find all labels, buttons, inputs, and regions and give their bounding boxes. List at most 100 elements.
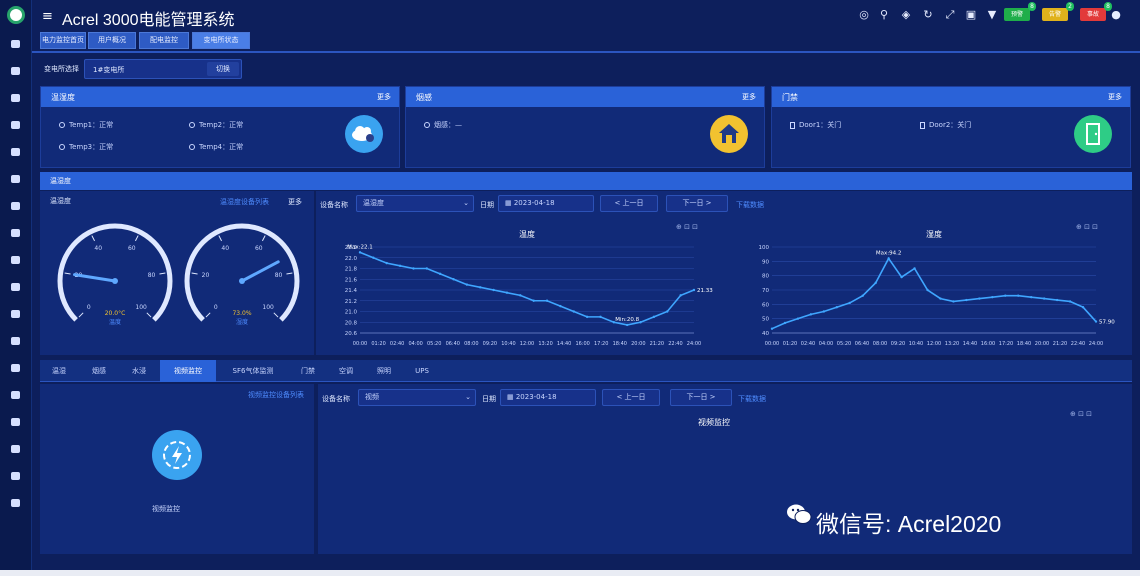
gauge-device-list-link[interactable]: 温湿度设备列表 — [220, 197, 269, 207]
document-icon[interactable] — [11, 121, 20, 129]
series-point — [479, 286, 482, 289]
video-date-picker[interactable]: ▦ 2023-04-18 — [500, 389, 596, 406]
phone-icon[interactable] — [11, 391, 20, 399]
location-icon[interactable] — [11, 310, 20, 318]
series-point — [939, 297, 942, 300]
fullscreen-icon[interactable]: ⤢ — [944, 9, 956, 21]
series-point — [372, 256, 375, 259]
x-tick-label: 13:20 — [945, 341, 959, 347]
list-icon[interactable] — [11, 445, 20, 453]
x-tick-label: 02:40 — [801, 341, 815, 347]
device-select[interactable]: 温湿度 ⌄ — [356, 195, 474, 212]
gauge-tick-label: 100 — [135, 304, 147, 311]
gauge-tick — [159, 272, 166, 275]
palette-icon[interactable]: ◎ — [858, 9, 870, 21]
tab-power-home[interactable]: 电力监控首页 — [40, 32, 86, 49]
status-dot-icon — [424, 122, 430, 128]
date-label: 日期 — [480, 201, 494, 209]
video-chart-toolbar[interactable]: ⊕ ⊡ ⊡ — [1070, 410, 1092, 418]
gauge-more-link[interactable]: 更多 — [288, 197, 302, 207]
camera-icon[interactable] — [11, 418, 20, 426]
x-tick-label: 04:00 — [408, 341, 422, 347]
watermark-text: 微信号: Acrel2020 — [816, 511, 1002, 537]
building-icon[interactable] — [11, 499, 20, 507]
x-tick-label: 17:20 — [999, 341, 1013, 347]
search-icon[interactable]: ⚲ — [878, 9, 890, 21]
refresh-icon[interactable]: ↻ — [922, 9, 934, 21]
window-icon[interactable]: ▣ — [965, 9, 977, 21]
x-tick-label: 17:20 — [594, 341, 608, 347]
temp-card-more-link[interactable]: 更多 — [377, 92, 391, 102]
export-link[interactable]: 下载数据 — [736, 200, 764, 210]
wechat-icon — [786, 502, 812, 526]
settings-icon[interactable] — [11, 94, 20, 102]
gauge-tick — [64, 272, 71, 275]
report-icon[interactable] — [11, 202, 20, 210]
search-icon[interactable] — [11, 229, 20, 237]
warning-badge[interactable]: 预警 8 — [1004, 2, 1036, 21]
series-point — [545, 299, 549, 302]
series-point — [913, 267, 916, 270]
series-point — [1068, 300, 1072, 303]
tab-aircon[interactable]: 空调 — [328, 360, 364, 382]
tab-substation-status[interactable]: 变电所状态 — [192, 32, 250, 49]
menu-toggle-icon[interactable]: ≡ — [42, 9, 53, 24]
shirt-icon[interactable]: ▼ — [986, 9, 998, 21]
gauge-panel: 温湿度 温湿度设备列表 更多 02040608010020.0°C温度02040… — [40, 191, 314, 355]
message-icon[interactable] — [11, 364, 20, 372]
prev-day-button[interactable]: < 上一日 — [600, 195, 658, 212]
video-chart-title: 视频监控 — [698, 418, 730, 427]
door-card-more-link[interactable]: 更多 — [1108, 92, 1122, 102]
tab-door[interactable]: 门禁 — [290, 360, 326, 382]
power-icon[interactable] — [11, 67, 20, 75]
video-next-day-button[interactable]: 下一日 > — [670, 389, 732, 406]
tab-user-overview[interactable]: 用户概况 — [88, 32, 136, 49]
next-day-button[interactable]: 下一日 > — [666, 195, 728, 212]
chart-icon[interactable] — [11, 175, 20, 183]
video-device-select[interactable]: 视频 ⌄ — [358, 389, 476, 406]
substation-select[interactable]: 1#变电所 切换 — [84, 59, 242, 79]
date-picker[interactable]: ▦ 2023-04-18 — [498, 195, 594, 212]
video-device-list-link[interactable]: 视频监控设备列表 — [248, 390, 304, 400]
x-tick-label: 13:20 — [538, 341, 552, 347]
tab-temp-humidity[interactable]: 温湿 — [40, 360, 78, 382]
tab-lighting[interactable]: 照明 — [366, 360, 402, 382]
monitor-icon[interactable] — [11, 283, 20, 291]
gauge-tick-label: 0 — [214, 304, 218, 311]
user-avatar-icon[interactable]: ● — [1110, 9, 1122, 21]
series-point — [626, 323, 629, 327]
series-point — [887, 257, 890, 260]
tab-water[interactable]: 水浸 — [120, 360, 158, 382]
tab-sf6[interactable]: SF6气体监测 — [218, 360, 288, 382]
accident-badge[interactable]: 事故 8 — [1080, 2, 1112, 21]
cabinet-icon[interactable] — [11, 337, 20, 345]
series-point — [965, 298, 968, 302]
smoke-card-more-link[interactable]: 更多 — [742, 92, 756, 102]
volume-icon[interactable]: ◈ — [900, 9, 912, 21]
tab-distribution[interactable]: 配电监控 — [139, 32, 189, 49]
tab-video[interactable]: 视频监控 — [160, 360, 216, 382]
gauge-tick-label: 80 — [275, 272, 283, 279]
smoke-status-card: 烟感 更多 烟感：— — [405, 86, 765, 168]
grid-icon[interactable] — [11, 472, 20, 480]
alarm-badge-label: 告警 — [1048, 11, 1061, 18]
x-tick-label: 06:40 — [855, 341, 869, 347]
alarm-icon[interactable] — [11, 256, 20, 264]
series-point — [492, 288, 495, 292]
temp-status-text: Temp3：正常 — [69, 143, 114, 151]
tab-smoke[interactable]: 烟感 — [80, 360, 118, 382]
chart-title: 湿度 — [926, 229, 942, 239]
video-export-link[interactable]: 下载数据 — [738, 394, 766, 404]
home-icon[interactable] — [11, 40, 20, 48]
tab-ups[interactable]: UPS — [404, 360, 440, 382]
gauge-hub — [112, 278, 118, 284]
last-value-label: 57.90 — [1099, 320, 1115, 326]
temp-status-card: 温湿度 更多 Temp1：正常 Temp2：正常 Temp3：正常 Temp4：… — [40, 86, 400, 168]
bolt-icon[interactable] — [11, 148, 20, 156]
substation-switch-button[interactable]: 切换 — [207, 62, 239, 76]
series-point — [926, 288, 929, 292]
y-tick-label: 21.4 — [345, 288, 358, 294]
video-prev-day-button[interactable]: < 上一日 — [602, 389, 660, 406]
series-point — [822, 310, 826, 313]
alarm-badge[interactable]: 告警 2 — [1042, 2, 1074, 21]
